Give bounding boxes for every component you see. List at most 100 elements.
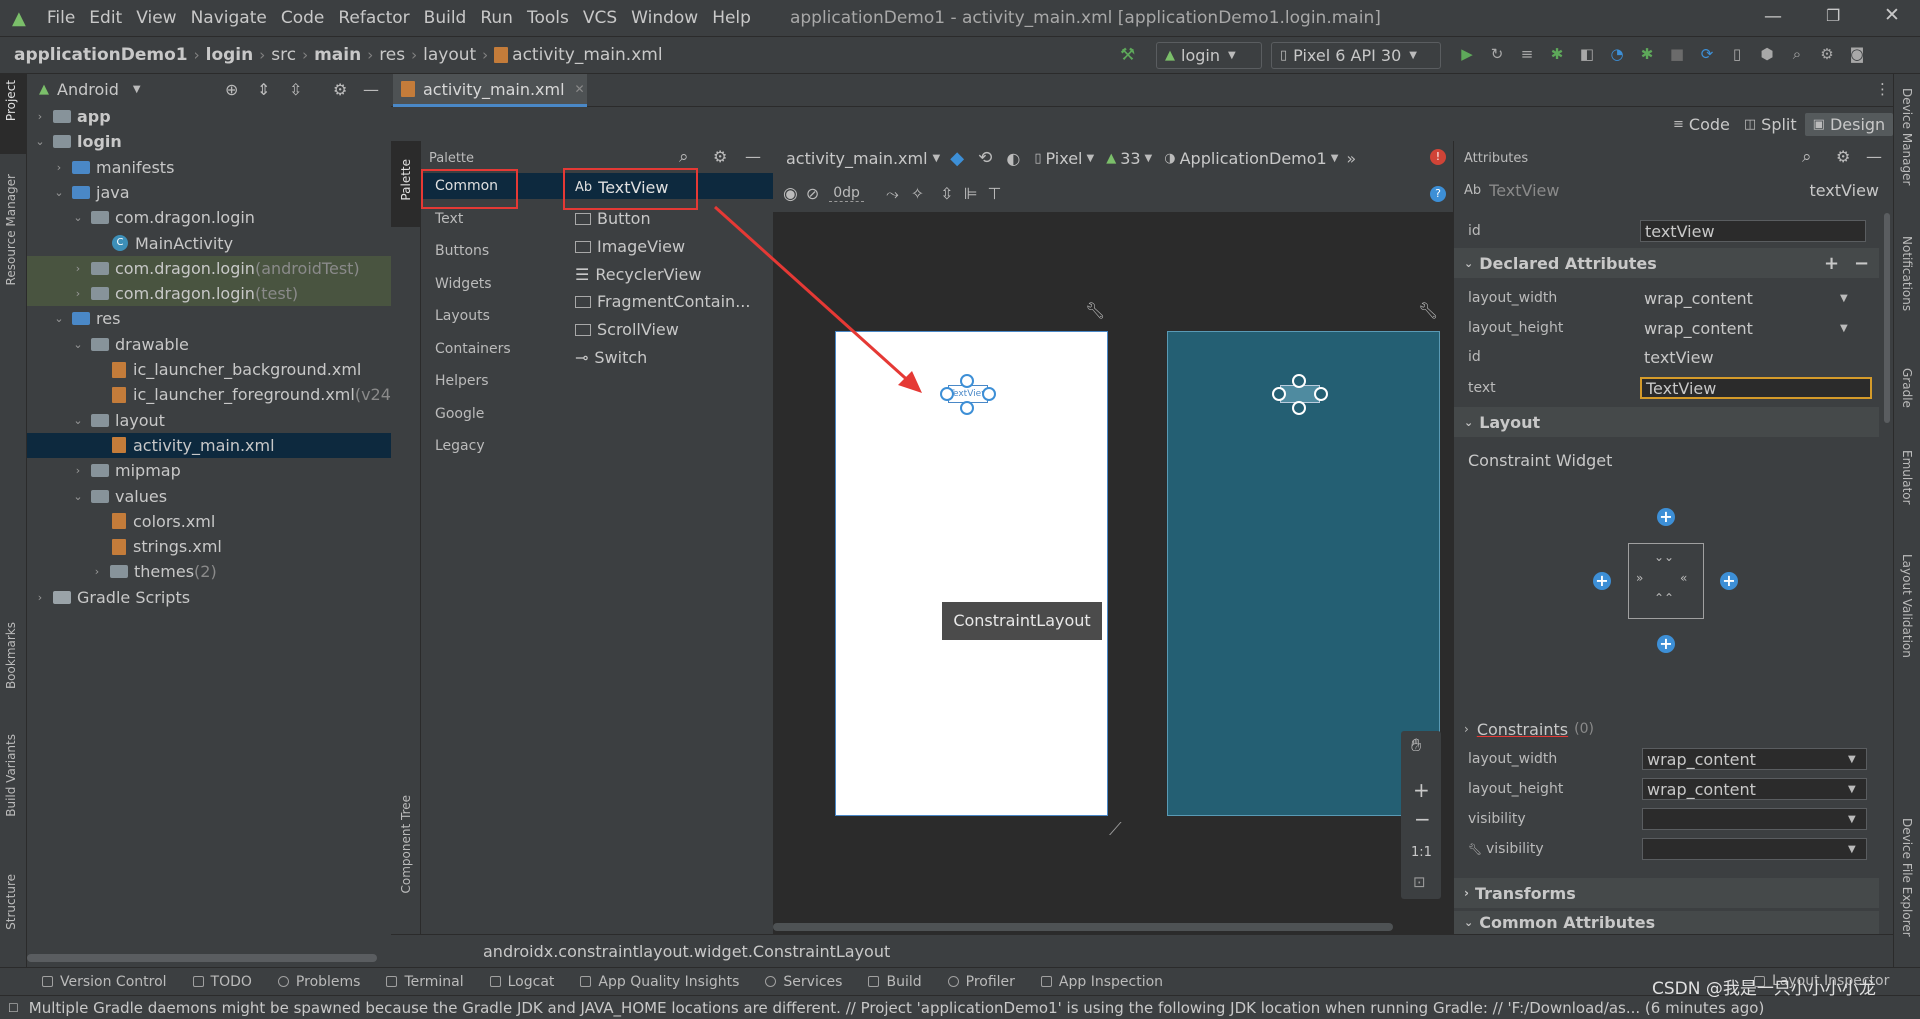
tool-tab-terminal[interactable]: Terminal	[386, 974, 464, 990]
tool-tab-layout-validation[interactable]: Layout Validation	[1900, 554, 1914, 658]
constraint-handle-left[interactable]	[1272, 387, 1286, 401]
tree-node-activity-main[interactable]: activity_main.xml	[27, 432, 391, 458]
visibility-dropdown[interactable]	[1642, 808, 1867, 830]
menu-vcs[interactable]: VCS	[576, 8, 624, 28]
breadcrumb-src[interactable]: src	[271, 45, 296, 65]
code-view-button[interactable]: Code	[1689, 115, 1730, 134]
design-view-button[interactable]: ▣ Design	[1804, 112, 1894, 136]
close-icon[interactable]: ✕	[1884, 4, 1900, 26]
add-attribute-icon[interactable]: +	[1824, 253, 1839, 274]
layout-section-header[interactable]: ⌄ Layout	[1454, 407, 1879, 437]
theme-dropdown[interactable]: ApplicationDemo1	[1180, 149, 1327, 168]
dropdown-arrow-icon[interactable]: ▼	[1848, 814, 1856, 825]
device-selector[interactable]: ▯ Pixel 6 API 30 ▼	[1271, 42, 1441, 69]
night-mode-icon[interactable]: ◐	[1006, 149, 1020, 168]
expand-arrow-icon[interactable]: ›	[33, 110, 47, 123]
tool-tab-project[interactable]: Project	[4, 80, 18, 121]
help-icon[interactable]: ?	[1430, 186, 1446, 202]
tool-tab-structure[interactable]: Structure	[4, 874, 18, 930]
dropdown-arrow-icon[interactable]: ▼	[1840, 293, 1848, 304]
tree-node-manifests[interactable]: › manifests	[27, 155, 391, 180]
run-icon[interactable]: ▶	[1458, 45, 1476, 63]
zoom-fit-icon[interactable]: ⊡	[1413, 873, 1426, 891]
size-control-icon[interactable]: ⌃⌃	[1654, 591, 1674, 605]
build-hammer-icon[interactable]: ⚒	[1120, 45, 1135, 65]
declared-attributes-header[interactable]: ⌄ Declared Attributes + −	[1454, 248, 1879, 278]
tree-node-layout[interactable]: ⌄ layout	[27, 408, 391, 433]
tree-node-ic-launcher-background[interactable]: ic_launcher_background.xml	[27, 357, 391, 382]
expand-arrow-icon[interactable]: ⌄	[71, 490, 85, 503]
tool-tab-device-manager[interactable]: Device Manager	[1900, 88, 1914, 185]
constraint-handle-top[interactable]	[960, 374, 974, 388]
constraint-handle-right[interactable]	[982, 387, 996, 401]
settings-gear-icon[interactable]: ⚙	[713, 147, 727, 166]
tool-tab-resource-manager[interactable]: Resource Manager	[4, 174, 18, 285]
profile-icon[interactable]: ◔	[1608, 45, 1626, 63]
expand-arrow-icon[interactable]: ⌄	[52, 186, 66, 199]
project-view-label[interactable]: Android	[57, 80, 119, 99]
tree-node-values[interactable]: ⌄ values	[27, 484, 391, 509]
expand-arrow-icon[interactable]: ⌄	[71, 338, 85, 351]
breadcrumb-res[interactable]: res	[379, 45, 405, 65]
size-control-icon[interactable]: »	[1636, 571, 1643, 585]
align-icon[interactable]: ⊫	[964, 184, 978, 203]
constraint-handle-top[interactable]	[1292, 374, 1306, 388]
run-config-selector[interactable]: ▲ login ▼	[1156, 42, 1262, 69]
breadcrumb-layout[interactable]: layout	[423, 45, 476, 65]
layout-height-value[interactable]: wrap_content	[1640, 317, 1870, 339]
tool-tab-notifications[interactable]: Notifications	[1900, 236, 1914, 311]
tool-tab-app-quality-insights[interactable]: App Quality Insights	[580, 974, 739, 990]
tree-node-package-androidtest[interactable]: › com.dragon.login (androidTest)	[27, 255, 391, 281]
tool-tab-profiler[interactable]: Profiler	[947, 974, 1015, 990]
blueprint-screen[interactable]	[1167, 331, 1440, 816]
breadcrumb-file[interactable]: activity_main.xml	[512, 45, 662, 65]
palette-category-helpers[interactable]: Helpers	[435, 373, 489, 389]
menu-file[interactable]: File	[40, 8, 82, 28]
common-attributes-header[interactable]: ⌄ Common Attributes	[1454, 911, 1879, 934]
tree-node-package[interactable]: ⌄ com.dragon.login	[27, 205, 391, 230]
error-icon[interactable]: !	[1430, 149, 1446, 165]
constraint-handle-right[interactable]	[1314, 387, 1328, 401]
user-icon[interactable]: ◙	[1848, 45, 1866, 63]
menu-build[interactable]: Build	[417, 8, 474, 28]
id-input[interactable]: textView	[1640, 220, 1866, 242]
declared-id-value[interactable]: textView	[1640, 346, 1870, 368]
tool-tab-device-file-explorer[interactable]: Device File Explorer	[1900, 818, 1914, 937]
menu-view[interactable]: View	[129, 8, 183, 28]
tool-tab-services[interactable]: Services	[765, 974, 842, 990]
constraint-handle-bottom[interactable]	[1292, 401, 1306, 415]
expand-all-icon[interactable]: ⇕	[257, 80, 270, 99]
palette-category-text[interactable]: Text	[435, 211, 463, 227]
locate-icon[interactable]: ⊕	[225, 80, 238, 99]
tree-node-res[interactable]: ⌄ res	[27, 306, 391, 331]
breadcrumb-project[interactable]: applicationDemo1	[14, 45, 188, 65]
pan-hand-icon[interactable]: ✋︎	[1411, 735, 1421, 756]
pack-icon[interactable]: ⇳	[940, 184, 953, 203]
collapse-all-icon[interactable]: ⇳	[289, 80, 302, 99]
tool-tab-emulator[interactable]: Emulator	[1900, 450, 1914, 505]
apply-code-icon[interactable]: ≡	[1518, 45, 1536, 63]
tool-tab-version-control[interactable]: Version Control	[42, 974, 167, 990]
palette-category-widgets[interactable]: Widgets	[435, 276, 492, 292]
hide-icon[interactable]: —	[1866, 147, 1882, 166]
tree-node-ic-launcher-foreground[interactable]: ic_launcher_foreground.xml (v24	[27, 382, 391, 407]
api-dropdown[interactable]: 33	[1120, 149, 1140, 168]
palette-category-google[interactable]: Google	[435, 406, 484, 422]
wrench-icon[interactable]: 🔧︎	[1418, 301, 1438, 320]
tree-node-themes[interactable]: › themes (2)	[27, 559, 391, 584]
breadcrumb-module[interactable]: login	[206, 45, 254, 65]
more-options-icon[interactable]: ⋮	[1875, 80, 1890, 98]
search-icon[interactable]: ⌕	[1788, 45, 1806, 63]
tool-tab-bookmarks[interactable]: Bookmarks	[4, 622, 18, 689]
constraints-row[interactable]: › Constraints (0)	[1464, 715, 1874, 743]
dropdown-arrow-icon[interactable]: ▼	[1848, 844, 1856, 855]
device-dropdown[interactable]: Pixel	[1045, 149, 1082, 168]
menu-navigate[interactable]: Navigate	[184, 8, 274, 28]
search-icon[interactable]: ⌕	[1802, 147, 1812, 167]
constraint-handle-left[interactable]	[940, 387, 954, 401]
breadcrumb-main[interactable]: main	[314, 45, 361, 65]
text-input[interactable]: TextView	[1640, 377, 1872, 399]
layout-width-value[interactable]: wrap_content	[1640, 287, 1870, 309]
tree-node-mipmap[interactable]: › mipmap	[27, 458, 391, 483]
tree-node-mainactivity[interactable]: C MainActivity	[27, 231, 391, 256]
